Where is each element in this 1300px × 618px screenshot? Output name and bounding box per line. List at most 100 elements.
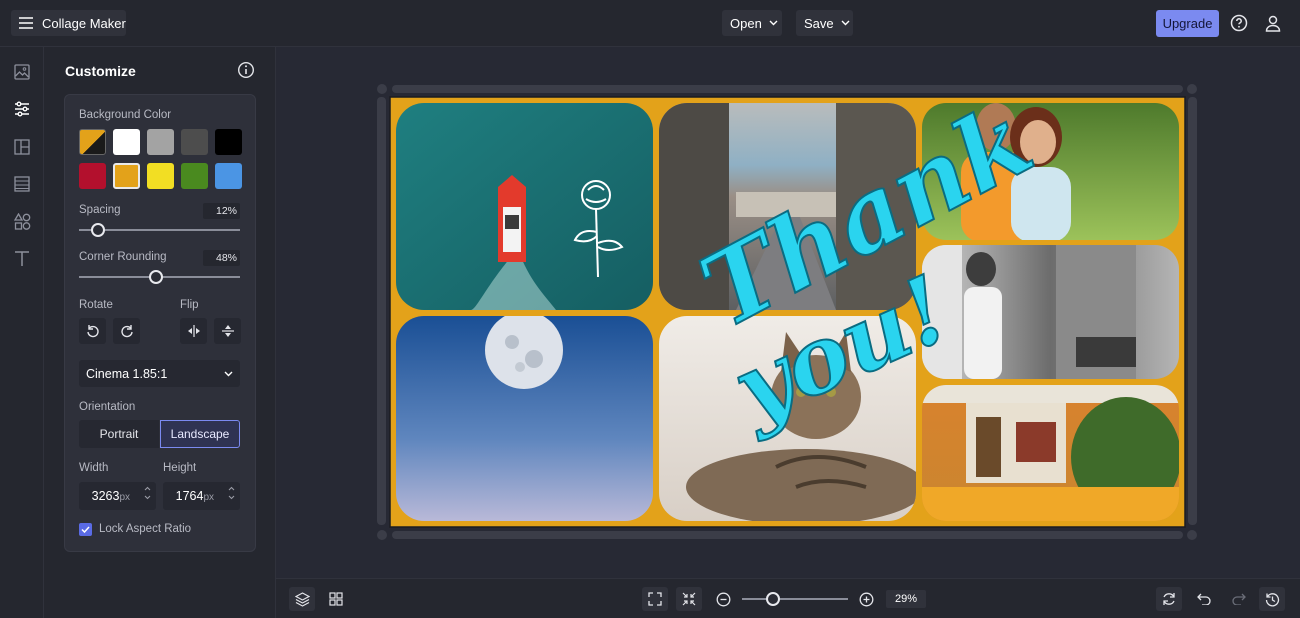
help-icon[interactable] xyxy=(1227,11,1251,35)
zoom-in-button[interactable] xyxy=(853,587,879,611)
sliders-icon[interactable] xyxy=(11,98,33,120)
width-value: 3263 xyxy=(91,489,120,503)
height-stepper[interactable] xyxy=(228,486,235,500)
panel-title: Customize xyxy=(65,63,136,79)
background-color-label: Background Color xyxy=(79,109,172,121)
collage-canvas[interactable]: Thank you! xyxy=(276,47,1300,578)
resize-handle-bottom xyxy=(392,531,1183,539)
height-label: Height xyxy=(163,462,197,474)
chevron-down-icon xyxy=(224,371,233,377)
stepper-down-icon xyxy=(144,495,151,500)
image-icon[interactable] xyxy=(11,61,33,83)
history-button[interactable] xyxy=(1259,587,1285,611)
color-swatch[interactable] xyxy=(181,163,208,189)
color-swatch[interactable] xyxy=(113,129,140,155)
spacing-label: Spacing xyxy=(79,204,121,216)
zoom-slider-track[interactable] xyxy=(742,598,848,600)
lock-aspect-checkbox[interactable] xyxy=(79,523,92,536)
corner-handle xyxy=(1187,530,1197,540)
stepper-up-icon xyxy=(228,486,235,491)
fit-to-screen-button[interactable] xyxy=(642,587,668,611)
open-label: Open xyxy=(730,15,762,31)
color-swatch[interactable] xyxy=(79,163,106,189)
flip-vertical-button[interactable] xyxy=(214,318,241,344)
layers-button[interactable] xyxy=(289,587,315,611)
rotate-right-button[interactable] xyxy=(113,318,140,344)
background-pattern-icon[interactable] xyxy=(11,173,33,195)
zoom-value[interactable]: 29% xyxy=(886,590,926,608)
spacing-slider-handle[interactable] xyxy=(91,223,106,237)
rotate-left-button[interactable] xyxy=(79,318,106,344)
user-account-icon[interactable] xyxy=(1261,11,1285,35)
height-input[interactable]: 1764px xyxy=(163,482,240,510)
hamburger-menu-icon xyxy=(19,17,33,29)
corner-rounding-label: Corner Rounding xyxy=(79,251,167,263)
zoom-out-icon xyxy=(716,592,730,606)
color-swatch[interactable] xyxy=(147,129,174,155)
portrait-option[interactable]: Portrait xyxy=(79,420,159,448)
replace-button[interactable] xyxy=(1156,587,1182,611)
layout-icon[interactable] xyxy=(11,136,33,158)
zoom-slider-handle[interactable] xyxy=(765,592,780,606)
aspect-ratio-value: Cinema 1.85:1 xyxy=(86,366,168,381)
flip-horizontal-button[interactable] xyxy=(180,318,207,344)
resize-handle-top xyxy=(392,85,1183,93)
undo-button[interactable] xyxy=(1191,587,1217,611)
boat-with-rose-photo xyxy=(396,103,653,310)
corner-handle xyxy=(377,530,387,540)
flip-label: Flip xyxy=(180,299,199,311)
barber-photo xyxy=(922,245,1179,379)
corner-handle xyxy=(1187,84,1197,94)
color-swatch[interactable] xyxy=(79,129,106,155)
height-unit: px xyxy=(203,492,214,503)
spacing-value[interactable]: 12% xyxy=(203,203,240,219)
tool-rail xyxy=(0,47,44,618)
save-label: Save xyxy=(804,15,834,31)
color-swatch[interactable] xyxy=(215,163,242,189)
color-swatch[interactable] xyxy=(113,163,140,189)
house-photo xyxy=(922,385,1179,521)
corner-handle xyxy=(377,84,387,94)
shrink-icon xyxy=(682,592,696,606)
stepper-down-icon xyxy=(228,495,235,500)
canvas-area: Thank you! xyxy=(276,47,1300,578)
chevron-down-icon xyxy=(841,20,850,26)
upgrade-button[interactable]: Upgrade xyxy=(1156,10,1219,37)
width-stepper[interactable] xyxy=(144,486,151,500)
landscape-option[interactable]: Landscape xyxy=(160,420,240,448)
height-value: 1764 xyxy=(175,489,204,503)
zoom-out-button[interactable] xyxy=(710,587,736,611)
redo-icon xyxy=(1231,593,1246,605)
corner-rounding-value[interactable]: 48% xyxy=(203,250,240,266)
grid-icon xyxy=(329,592,343,606)
open-dropdown[interactable]: Open xyxy=(722,10,782,36)
history-icon xyxy=(1265,592,1279,606)
zoom-in-icon xyxy=(859,592,873,606)
orientation-label: Orientation xyxy=(79,401,136,413)
aspect-ratio-select[interactable]: Cinema 1.85:1 xyxy=(79,360,240,387)
text-icon[interactable] xyxy=(11,247,33,269)
info-icon[interactable] xyxy=(237,61,255,79)
resize-handle-right xyxy=(1188,97,1197,525)
save-dropdown[interactable]: Save xyxy=(796,10,853,36)
redo-button[interactable] xyxy=(1225,587,1251,611)
settings-card: Background Color Spacing 12% Corner Roun… xyxy=(64,94,256,552)
color-swatch[interactable] xyxy=(181,129,208,155)
grid-view-button[interactable] xyxy=(323,587,349,611)
corner-rounding-slider-handle[interactable] xyxy=(149,270,164,284)
width-label: Width xyxy=(79,462,109,474)
app-menu-button[interactable]: Collage Maker xyxy=(11,10,126,36)
width-input[interactable]: 3263px xyxy=(79,482,156,510)
undo-icon xyxy=(1196,593,1211,605)
rotate-label: Rotate xyxy=(79,299,113,311)
color-swatch[interactable] xyxy=(147,163,174,189)
lock-aspect-label: Lock Aspect Ratio xyxy=(99,523,192,535)
top-bar: Collage Maker Open Save Upgrade xyxy=(0,0,1300,47)
app-title: Collage Maker xyxy=(42,15,126,31)
color-swatch[interactable] xyxy=(215,129,242,155)
shapes-icon[interactable] xyxy=(11,210,33,232)
customize-panel: Customize Background Color Spacing 12% C… xyxy=(44,47,276,618)
actual-size-button[interactable] xyxy=(676,587,702,611)
bottom-toolbar: 29% xyxy=(276,578,1300,618)
refresh-icon xyxy=(1163,593,1175,605)
